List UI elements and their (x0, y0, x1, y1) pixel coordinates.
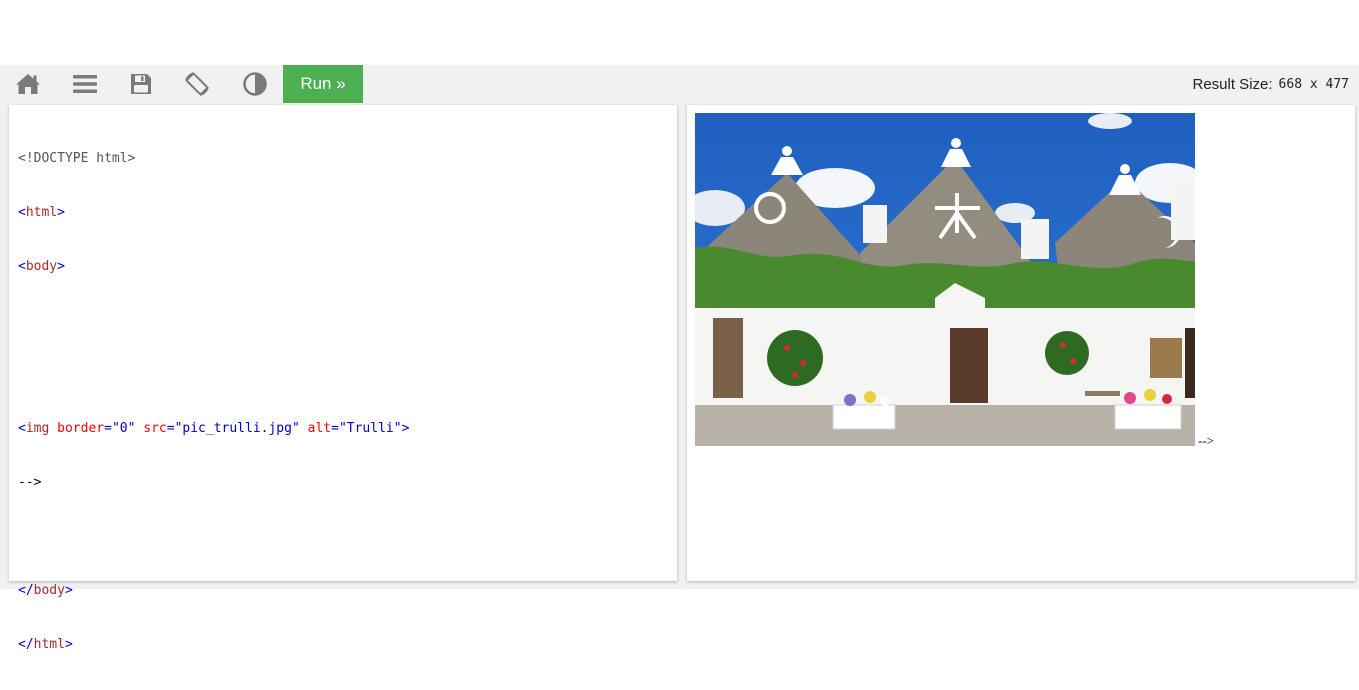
code-line-html-open: <html> (18, 205, 65, 220)
code-line-comment-end: --> (18, 475, 42, 490)
result-size-label: Result Size: (1192, 75, 1273, 93)
menu-icon[interactable] (57, 65, 113, 103)
code-editor[interactable]: <!DOCTYPE html> <html> <body> <img borde… (18, 114, 669, 690)
trulli-image (695, 113, 1195, 446)
code-line-html-close: </html> (18, 637, 73, 652)
result-panel: --> (687, 105, 1355, 581)
code-line-body-close: </body> (18, 583, 73, 598)
result-trailing-text: --> (1198, 433, 1214, 448)
result-size: Result Size: 668 x 477 (1193, 65, 1350, 103)
home-icon[interactable] (0, 65, 56, 103)
run-button[interactable]: Run » (283, 65, 363, 103)
rotate-icon[interactable] (169, 65, 225, 103)
code-line-img: <img border="0" src="pic_trulli.jpg" alt… (18, 421, 410, 436)
code-line-doctype: <!DOCTYPE html> (18, 151, 136, 166)
top-blank-area (0, 0, 1359, 65)
toolbar: Run » Result Size: 668 x 477 (0, 65, 1359, 103)
code-line-body-open: <body> (18, 259, 65, 274)
code-editor-panel[interactable]: <!DOCTYPE html> <html> <body> <img borde… (9, 105, 677, 652)
workarea: <!DOCTYPE html> <html> <body> <img borde… (0, 103, 1359, 652)
result-size-value: 668 x 477 (1278, 76, 1349, 92)
contrast-icon[interactable] (227, 65, 283, 103)
save-icon[interactable] (113, 65, 169, 103)
